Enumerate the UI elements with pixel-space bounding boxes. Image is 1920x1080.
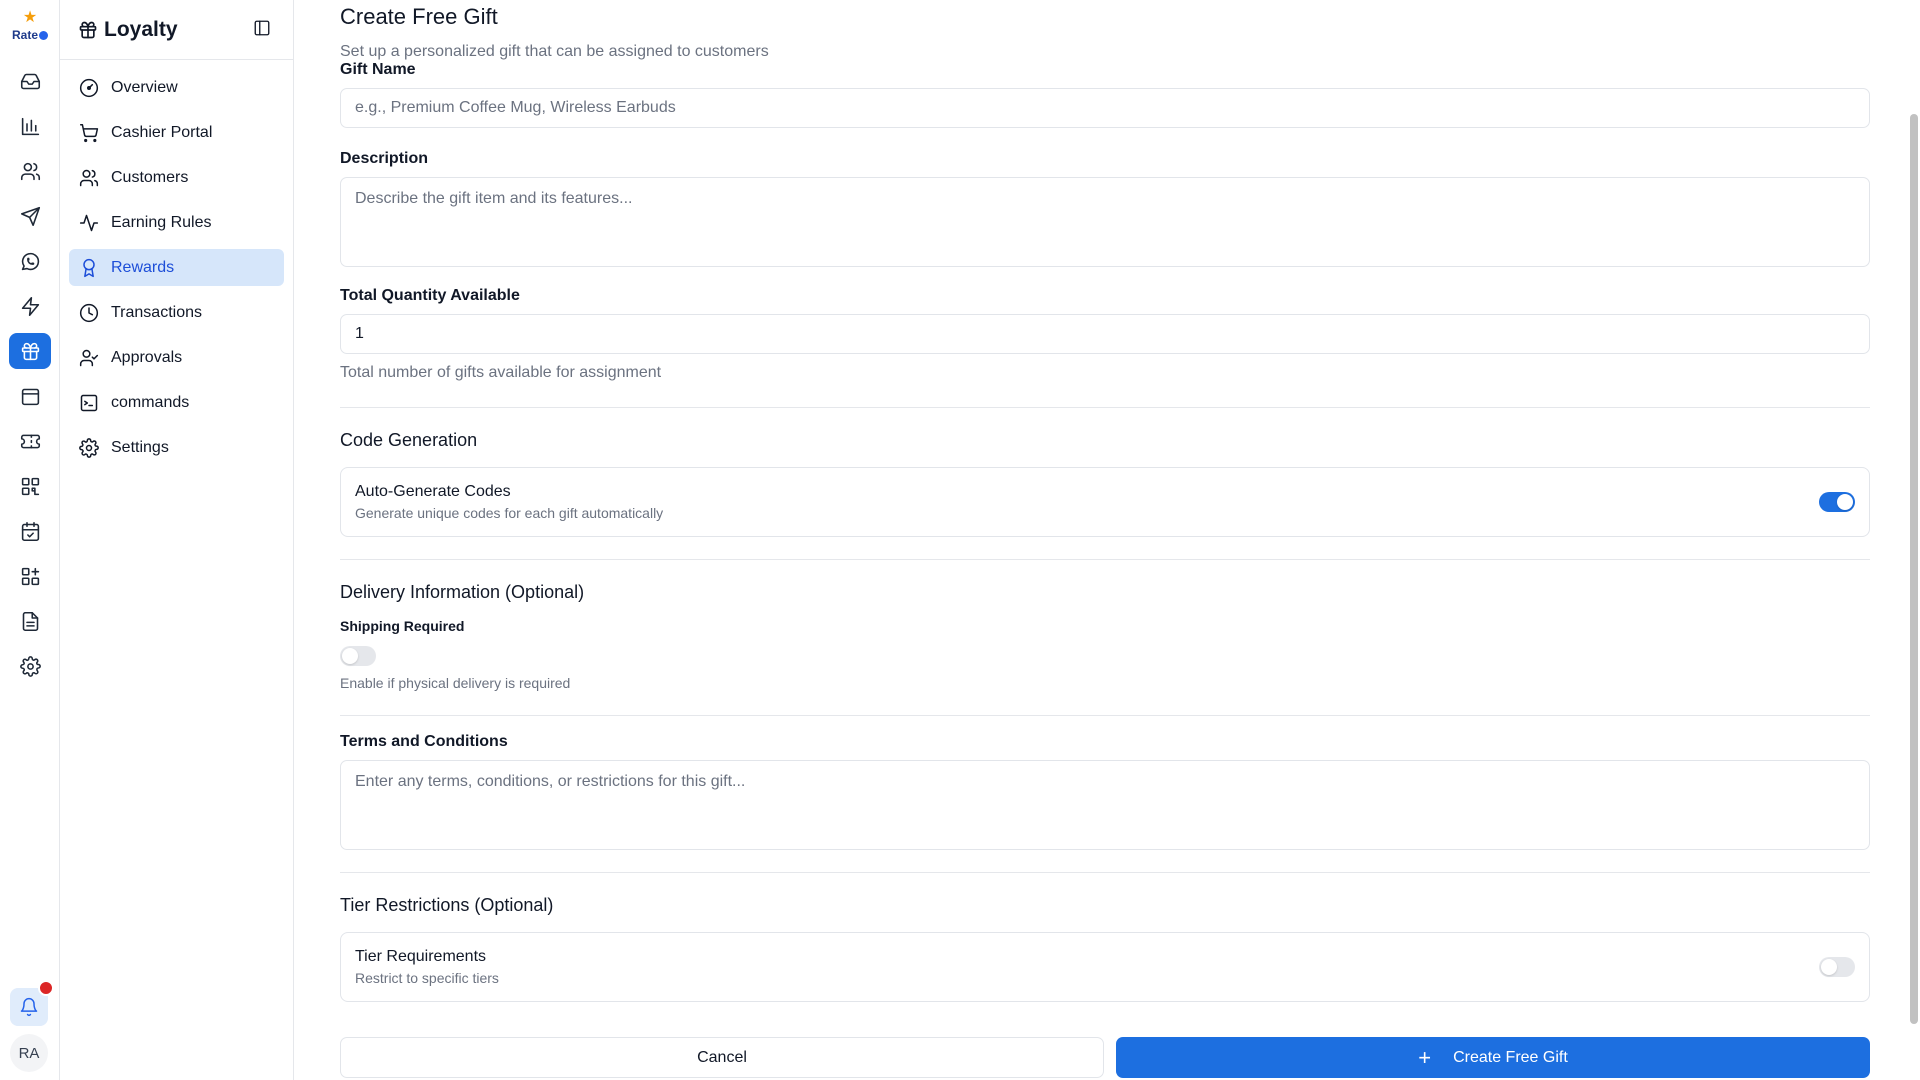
divider [340,559,1870,560]
terms-input[interactable] [340,760,1870,850]
plus-icon: + [1418,1044,1432,1070]
terminal-icon [80,394,98,411]
sidebar-item-customers[interactable]: Customers [69,159,284,196]
file-text-icon[interactable] [9,603,51,639]
code-generation-title: Code Generation [340,430,478,450]
gift-icon [79,21,97,38]
cart-icon [79,123,99,142]
gear-icon [79,437,99,458]
gift-name-input[interactable] [340,88,1870,128]
ticket-icon[interactable] [9,423,51,459]
apps-add-icon[interactable] [9,558,51,594]
create-gift-button-label: Create Free Gift [1453,1048,1568,1066]
qr-code-icon[interactable] [9,468,51,504]
inbox-icon[interactable] [9,63,51,99]
sidebar-nav: Overview Cashier Portal Customers Earnin… [60,60,293,483]
auto-generate-desc: Generate unique codes for each gift auto… [355,505,664,521]
sidebar-item-label: Settings [111,438,169,456]
sidebar-item-cashier-portal[interactable]: Cashier Portal [69,114,284,151]
sidebar-item-label: commands [111,393,190,411]
sidebar-item-label: Earning Rules [111,213,212,231]
sidebar-header: Loyalty [60,0,293,60]
sidebar-item-label: Overview [111,78,178,96]
whatsapp-icon[interactable] [9,243,51,279]
award-icon [83,258,95,277]
shipping-required-toggle[interactable] [340,646,376,666]
auto-generate-toggle[interactable] [1819,492,1855,512]
gift-icon[interactable] [9,333,51,369]
sidebar-item-approvals[interactable]: Approvals [69,339,284,376]
terms-label: Terms and Conditions [340,733,508,750]
sidebar-item-label: Cashier Portal [111,123,213,141]
divider [340,872,1870,873]
sidebar-item-earning-rules[interactable]: Earning Rules [69,204,284,241]
app-logo[interactable]: ★ Rate [8,10,52,46]
user-check-icon [79,349,99,366]
user-avatar[interactable]: RA [10,1034,48,1072]
star-icon: ★ [22,9,38,26]
bar-chart-icon[interactable] [9,108,51,144]
logo-text: Rate [11,28,38,42]
tier-requirements-card: Tier Requirements Restrict to specific t… [340,932,1870,1002]
tier-section-title: Tier Restrictions (Optional) [340,895,554,915]
sidebar-toggle-icon[interactable] [253,19,273,39]
quantity-help: Total number of gifts available for assi… [340,364,662,381]
icon-rail: ★ Rate RA [0,0,60,1080]
clock-icon [79,303,99,322]
sidebar-item-transactions[interactable]: Transactions [69,294,284,331]
shipping-required-label: Shipping Required [340,618,465,634]
delivery-section-title: Delivery Information (Optional) [340,582,585,602]
sidebar-item-commands[interactable]: commands [69,384,284,421]
send-icon[interactable] [9,198,51,234]
sidebar-item-label: Transactions [111,303,202,321]
settings-icon[interactable] [9,648,51,684]
scrollbar-thumb[interactable] [1910,114,1918,1024]
sidebar: Loyalty Overview Cashier Portal Customer… [60,0,294,1080]
quantity-label: Total Quantity Available [340,287,520,304]
sidebar-item-overview[interactable]: Overview [69,69,284,106]
divider [340,715,1870,716]
calendar-window-icon[interactable] [9,378,51,414]
sidebar-item-label: Customers [111,168,189,186]
users-icon[interactable] [9,153,51,189]
divider [340,407,1870,408]
description-label: Description [340,150,429,167]
calendar-check-icon[interactable] [9,513,51,549]
sidebar-title: Loyalty [104,17,178,41]
tier-requirements-desc: Restrict to specific tiers [355,970,499,986]
sidebar-item-settings[interactable]: Settings [69,429,284,466]
activity-icon [79,214,99,231]
bell-icon [20,997,38,1017]
shipping-help: Enable if physical delivery is required [340,675,571,691]
quantity-input[interactable] [340,314,1870,354]
zap-icon[interactable] [9,288,51,324]
page-subtitle: Set up a personalized gift that can be a… [340,43,769,60]
page-title: Create Free Gift [340,4,498,29]
create-gift-button[interactable]: + Create Free Gift [1116,1037,1870,1078]
gift-name-label: Gift Name [340,61,416,78]
auto-generate-title: Auto-Generate Codes [355,483,511,500]
auto-generate-card: Auto-Generate Codes Generate unique code… [340,467,1870,537]
cancel-button[interactable]: Cancel [340,1037,1104,1078]
sidebar-item-rewards[interactable]: Rewards [69,249,284,286]
sidebar-item-label: Rewards [111,258,175,276]
notification-badge [38,980,54,996]
gauge-icon [79,78,99,97]
main-content: Create Free Gift Set up a personalized g… [294,0,1892,1080]
app-root: ★ Rate RA Loyalty Overview Cashier Porta… [0,0,1920,1080]
users-icon [79,169,99,186]
tier-requirements-title: Tier Requirements [355,948,487,965]
description-input[interactable] [340,177,1870,267]
sidebar-item-label: Approvals [111,348,183,366]
tier-requirements-toggle[interactable] [1819,957,1855,977]
